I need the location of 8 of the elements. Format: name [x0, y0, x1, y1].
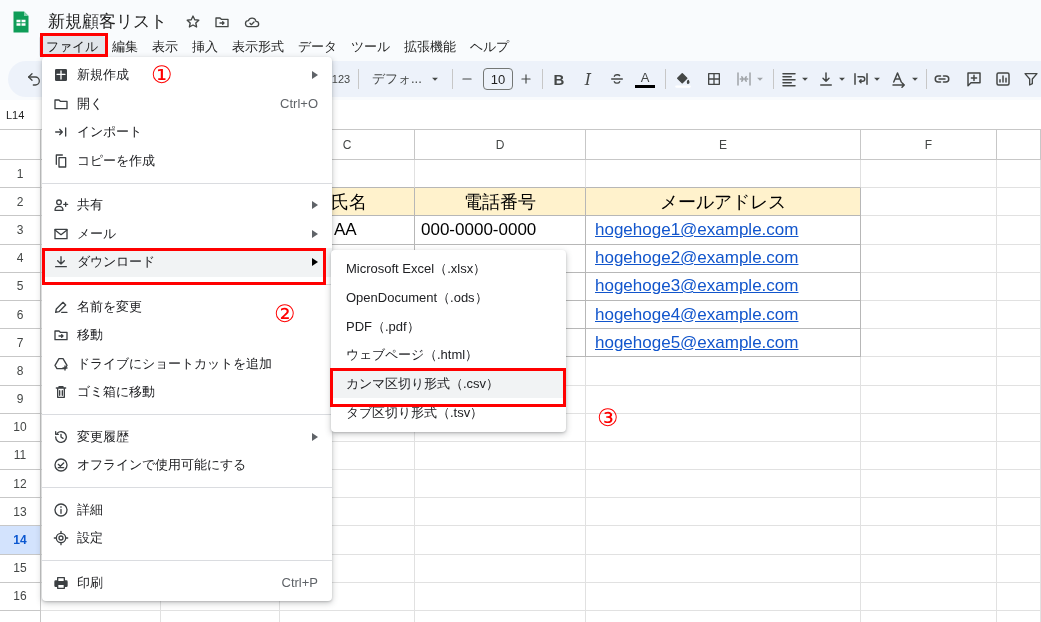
table-header-cell: メールアドレス — [586, 188, 861, 217]
step-number: ① — [151, 62, 173, 88]
shortcut-label: Ctrl+O — [280, 96, 318, 112]
step-number: ③ — [597, 405, 619, 431]
step-number: ② — [274, 301, 296, 327]
table-header-cell: 電話番号 — [415, 188, 586, 217]
table-cell: 000-0000-0000 — [415, 216, 586, 245]
shortcut-label: Ctrl+P — [281, 575, 318, 591]
